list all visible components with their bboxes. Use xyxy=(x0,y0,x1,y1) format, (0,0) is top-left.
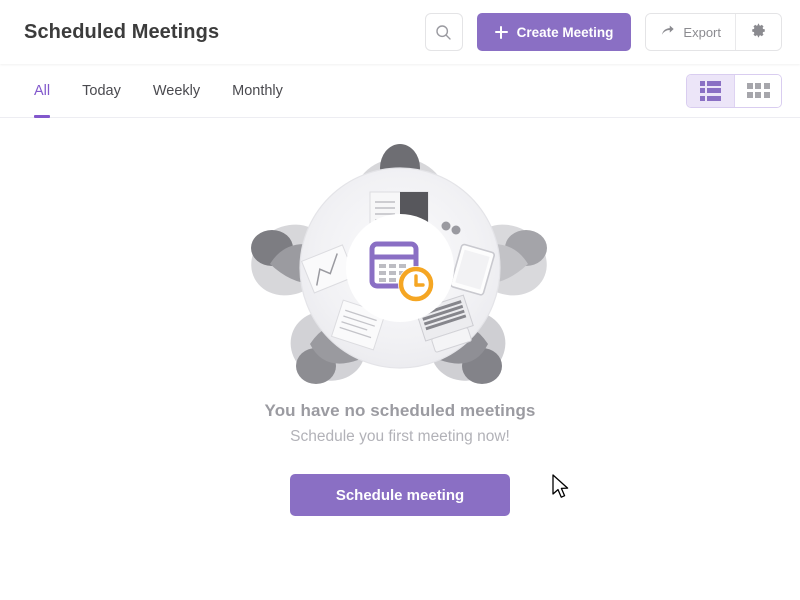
empty-state-subtitle: Schedule you first meeting now! xyxy=(290,428,510,445)
tab-monthly[interactable]: Monthly xyxy=(216,64,299,117)
meeting-table-illustration xyxy=(250,140,550,395)
gear-icon xyxy=(750,22,767,42)
tab-all[interactable]: All xyxy=(18,64,66,118)
export-button[interactable]: Export xyxy=(646,14,735,50)
export-label: Export xyxy=(683,24,721,40)
tab-today[interactable]: Today xyxy=(66,64,137,117)
tab-weekly[interactable]: Weekly xyxy=(137,64,216,117)
create-meeting-label: Create Meeting xyxy=(516,24,614,40)
grid-view-button[interactable] xyxy=(734,74,781,107)
header-actions: Create Meeting Export xyxy=(424,13,782,51)
settings-button[interactable] xyxy=(735,14,781,50)
export-settings-group: Export xyxy=(645,13,782,51)
empty-state: You have no scheduled meetings Schedule … xyxy=(0,118,800,599)
tab-all-label: All xyxy=(34,82,51,99)
page-title: Scheduled Meetings xyxy=(24,20,220,43)
schedule-meeting-button[interactable]: Schedule meeting xyxy=(290,474,510,516)
view-toggle xyxy=(686,73,782,108)
page-header: Scheduled Meetings Create Meeting Export xyxy=(0,0,800,64)
tab-monthly-label: Monthly xyxy=(232,82,283,99)
clock-icon xyxy=(398,266,434,302)
empty-state-title: You have no scheduled meetings xyxy=(264,401,536,420)
tab-today-label: Today xyxy=(82,82,121,99)
grid-view-icon xyxy=(746,83,770,98)
search-button[interactable] xyxy=(424,13,463,51)
tab-weekly-label: Weekly xyxy=(152,82,201,99)
tabs: All Today Weekly Monthly xyxy=(18,64,299,118)
tabs-bar: All Today Weekly Monthly xyxy=(0,64,800,118)
create-meeting-button[interactable]: Create Meeting xyxy=(476,13,632,51)
list-view-button[interactable] xyxy=(687,74,734,107)
share-arrow-icon xyxy=(660,23,675,41)
list-view-icon xyxy=(699,80,722,101)
app-window: Scheduled Meetings Create Meeting Export… xyxy=(0,0,800,600)
search-icon xyxy=(435,24,452,41)
plus-icon xyxy=(494,25,508,39)
